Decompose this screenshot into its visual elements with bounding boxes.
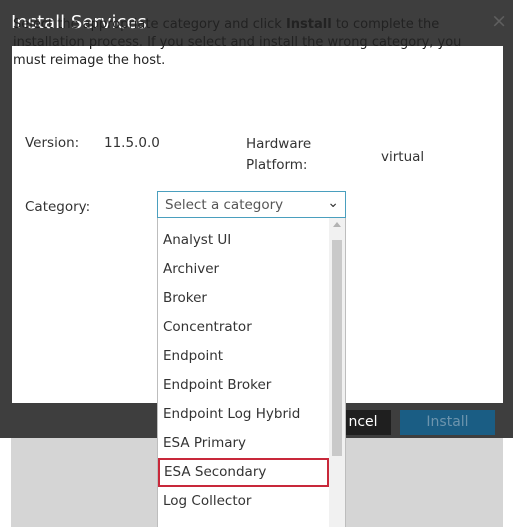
scrollbar-thumb[interactable]: [332, 240, 342, 456]
close-icon[interactable]: ×: [491, 10, 507, 32]
scroll-up-icon[interactable]: [333, 222, 341, 227]
hardware-platform-label-line2: Platform:: [246, 157, 308, 173]
install-button[interactable]: Install: [400, 410, 495, 435]
category-select-placeholder: Select a category: [165, 197, 284, 213]
category-select[interactable]: Select a category ⌄: [157, 191, 346, 218]
instructions-part-1: Select the appropriate category and clic…: [13, 17, 286, 32]
instructions-bold-install: Install: [285, 17, 332, 32]
version-label: Version:: [25, 135, 80, 151]
version-value: 11.5.0.0: [104, 135, 160, 151]
option-log-collector[interactable]: Log Collector: [158, 487, 329, 516]
option-endpoint-broker[interactable]: Endpoint Broker: [158, 371, 329, 400]
chevron-down-icon: ⌄: [327, 195, 339, 211]
option-analyst-ui[interactable]: Analyst UI: [158, 226, 329, 255]
hardware-platform-label-line1: Hardware: [246, 136, 312, 152]
category-label: Category:: [25, 199, 91, 215]
instructions-text: Select the appropriate category and clic…: [13, 16, 483, 70]
option-broker[interactable]: Broker: [158, 284, 329, 313]
category-dropdown-list: Analyst UI Archiver Broker Concentrator …: [157, 218, 346, 527]
option-concentrator[interactable]: Concentrator: [158, 313, 329, 342]
option-endpoint-log-hybrid[interactable]: Endpoint Log Hybrid: [158, 400, 329, 429]
option-esa-secondary[interactable]: ESA Secondary: [158, 458, 329, 487]
hardware-platform-value: virtual: [381, 149, 425, 165]
dropdown-scrollbar[interactable]: [329, 218, 345, 527]
option-endpoint[interactable]: Endpoint: [158, 342, 329, 371]
option-archiver[interactable]: Archiver: [158, 255, 329, 284]
option-esa-primary[interactable]: ESA Primary: [158, 429, 329, 458]
install-services-dialog: Install Services × Select the appropriat…: [0, 0, 513, 527]
